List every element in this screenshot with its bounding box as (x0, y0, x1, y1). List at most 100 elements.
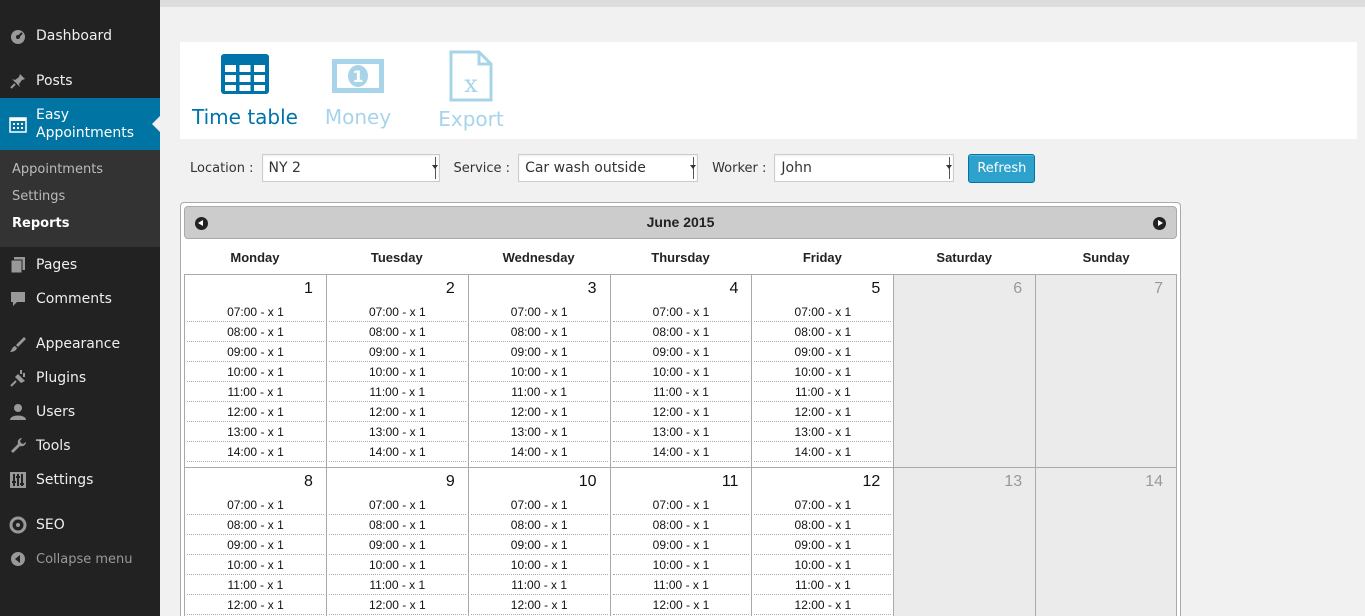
prev-month-icon[interactable] (195, 217, 208, 230)
time-slot[interactable]: 12:00 - x 1 (612, 595, 750, 615)
sidebar-item-appearance[interactable]: Appearance (0, 327, 160, 361)
time-slot[interactable]: 12:00 - x 1 (187, 595, 324, 615)
time-slot[interactable]: 07:00 - x 1 (612, 495, 750, 515)
sidebar-item-plugins[interactable]: Plugins (0, 361, 160, 395)
time-slot[interactable]: 13:00 - x 1 (612, 422, 750, 442)
time-slot[interactable]: 14:00 - x 1 (470, 442, 608, 462)
time-slot[interactable]: 07:00 - x 1 (187, 495, 324, 515)
submenu-item-reports[interactable]: Reports (0, 217, 160, 244)
time-slot[interactable]: 10:00 - x 1 (328, 555, 466, 575)
time-slot[interactable]: 13:00 - x 1 (187, 422, 324, 442)
time-slot[interactable]: 10:00 - x 1 (754, 555, 892, 575)
time-slot[interactable]: 08:00 - x 1 (754, 515, 892, 535)
time-slot[interactable]: 08:00 - x 1 (470, 515, 608, 535)
time-slot[interactable]: 09:00 - x 1 (612, 342, 750, 362)
time-slot[interactable]: 11:00 - x 1 (187, 382, 324, 402)
time-slot[interactable]: 08:00 - x 1 (328, 515, 466, 535)
time-slot[interactable]: 12:00 - x 1 (187, 402, 324, 422)
time-slot[interactable]: 12:00 - x 1 (470, 402, 608, 422)
time-slot[interactable]: 07:00 - x 1 (612, 302, 750, 322)
time-slot[interactable]: 09:00 - x 1 (754, 342, 892, 362)
time-slot[interactable]: 14:00 - x 1 (187, 442, 324, 462)
time-slot[interactable]: 12:00 - x 1 (328, 595, 466, 615)
time-slot[interactable]: 14:00 - x 1 (754, 442, 892, 462)
time-slot[interactable]: 14:00 - x 1 (612, 442, 750, 462)
time-slot[interactable]: 07:00 - x 1 (328, 302, 466, 322)
time-slot[interactable]: 10:00 - x 1 (328, 362, 466, 382)
sidebar-item-seo[interactable]: SEO (0, 508, 160, 542)
sidebar-item-tools[interactable]: Tools (0, 429, 160, 463)
time-slot[interactable]: 13:00 - x 1 (328, 422, 466, 442)
sidebar-item-easy-appointments[interactable]: Easy Appointments (0, 98, 160, 150)
calendar-day-cell: 13 (893, 468, 1036, 616)
sidebar-item-dashboard[interactable]: Dashboard (0, 19, 160, 53)
sidebar-item-pages[interactable]: Pages (0, 248, 160, 282)
time-slot[interactable]: 12:00 - x 1 (754, 595, 892, 615)
time-slot[interactable]: 07:00 - x 1 (754, 302, 892, 322)
time-slot[interactable]: 11:00 - x 1 (328, 382, 466, 402)
time-slot[interactable]: 10:00 - x 1 (470, 362, 608, 382)
tab-export[interactable]: x Export (411, 42, 531, 131)
time-slot[interactable]: 07:00 - x 1 (470, 302, 608, 322)
tab-time-table[interactable]: Time table (185, 42, 305, 129)
time-slot[interactable]: 08:00 - x 1 (754, 322, 892, 342)
time-slot[interactable]: 11:00 - x 1 (470, 575, 608, 595)
sidebar-item-users[interactable]: Users (0, 395, 160, 429)
time-slot[interactable]: 10:00 - x 1 (187, 362, 324, 382)
time-slot[interactable]: 11:00 - x 1 (612, 382, 750, 402)
time-slot[interactable]: 07:00 - x 1 (187, 302, 324, 322)
next-month-icon[interactable] (1153, 217, 1166, 230)
time-slot[interactable]: 09:00 - x 1 (328, 535, 466, 555)
time-slot[interactable]: 08:00 - x 1 (328, 322, 466, 342)
time-slot[interactable]: 09:00 - x 1 (187, 342, 324, 362)
seo-icon (0, 516, 36, 534)
time-slot[interactable]: 07:00 - x 1 (328, 495, 466, 515)
refresh-button[interactable]: Refresh (968, 153, 1036, 183)
time-slot[interactable]: 13:00 - x 1 (470, 422, 608, 442)
calendar-day-cell: 4 07:00 - x 1 08:00 - x 1 09:00 - x 1 10:00 … (609, 275, 752, 468)
time-slot[interactable]: 08:00 - x 1 (612, 515, 750, 535)
time-slot[interactable]: 10:00 - x 1 (612, 555, 750, 575)
time-slot[interactable]: 10:00 - x 1 (470, 555, 608, 575)
time-slot[interactable]: 13:00 - x 1 (754, 422, 892, 442)
day-number: 3 (587, 280, 597, 297)
time-slot[interactable]: 11:00 - x 1 (470, 382, 608, 402)
time-slot[interactable]: 11:00 - x 1 (187, 575, 324, 595)
sidebar-item-settings[interactable]: Settings (0, 463, 160, 497)
time-slot[interactable]: 09:00 - x 1 (612, 535, 750, 555)
service-select[interactable]: Car wash outside (518, 154, 699, 182)
tab-money[interactable]: 1 Money (298, 42, 418, 129)
time-slot[interactable]: 08:00 - x 1 (612, 322, 750, 342)
time-slot[interactable]: 07:00 - x 1 (754, 495, 892, 515)
calendar-day-cell: 5 07:00 - x 1 08:00 - x 1 09:00 - x 1 10:00 … (751, 275, 894, 468)
time-slot[interactable]: 07:00 - x 1 (470, 495, 608, 515)
time-slot[interactable]: 11:00 - x 1 (754, 575, 892, 595)
time-slot[interactable]: 08:00 - x 1 (470, 322, 608, 342)
location-select[interactable]: NY 2 (261, 154, 440, 182)
time-slot[interactable]: 12:00 - x 1 (328, 402, 466, 422)
time-slot[interactable]: 12:00 - x 1 (612, 402, 750, 422)
time-slot[interactable]: 09:00 - x 1 (470, 342, 608, 362)
time-slot[interactable]: 09:00 - x 1 (187, 535, 324, 555)
time-slot[interactable]: 10:00 - x 1 (612, 362, 750, 382)
time-slot[interactable]: 11:00 - x 1 (754, 382, 892, 402)
location-value: NY 2 (268, 160, 301, 176)
submenu-item-appointments[interactable]: Appointments (0, 163, 160, 190)
sidebar-item-posts[interactable]: Posts (0, 64, 160, 98)
time-slot[interactable]: 10:00 - x 1 (754, 362, 892, 382)
time-slot[interactable]: 11:00 - x 1 (612, 575, 750, 595)
time-slot[interactable]: 08:00 - x 1 (187, 515, 324, 535)
time-slot[interactable]: 14:00 - x 1 (328, 442, 466, 462)
sidebar-item-comments[interactable]: Comments (0, 282, 160, 316)
time-slot[interactable]: 09:00 - x 1 (470, 535, 608, 555)
time-slot[interactable]: 12:00 - x 1 (470, 595, 608, 615)
submenu-item-settings[interactable]: Settings (0, 190, 160, 217)
time-slot[interactable]: 08:00 - x 1 (187, 322, 324, 342)
collapse-menu-button[interactable]: Collapse menu (0, 548, 160, 570)
worker-select[interactable]: John (774, 154, 955, 182)
time-slot[interactable]: 09:00 - x 1 (754, 535, 892, 555)
time-slot[interactable]: 11:00 - x 1 (328, 575, 466, 595)
time-slot[interactable]: 09:00 - x 1 (328, 342, 466, 362)
time-slot[interactable]: 10:00 - x 1 (187, 555, 324, 575)
time-slot[interactable]: 12:00 - x 1 (754, 402, 892, 422)
